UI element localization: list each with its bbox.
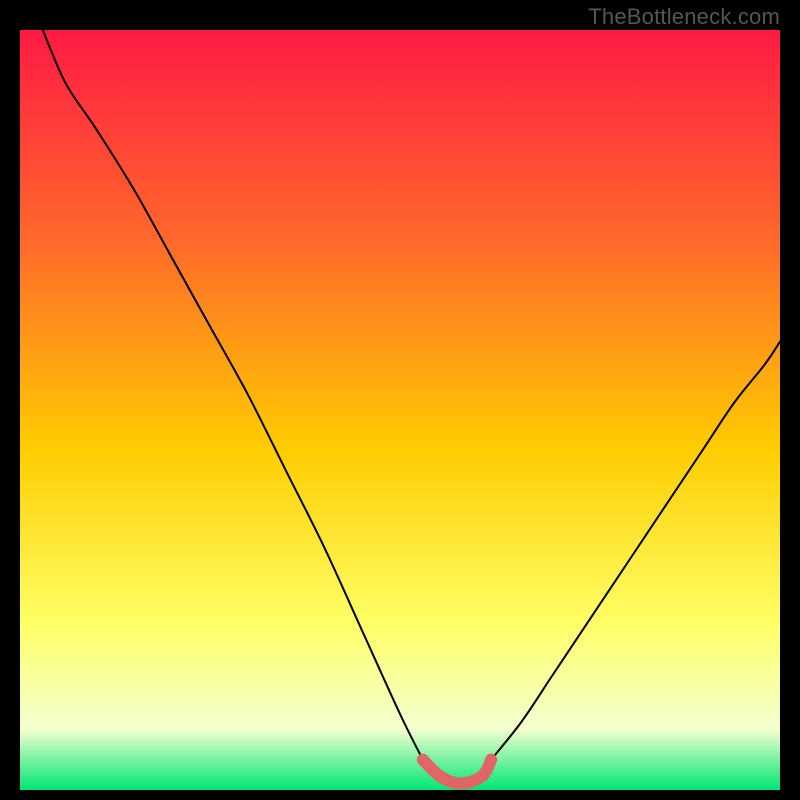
chart-svg xyxy=(20,30,780,790)
chart-frame: TheBottleneck.com xyxy=(0,0,800,800)
watermark-text: TheBottleneck.com xyxy=(588,4,780,30)
plot-area xyxy=(20,30,780,790)
gradient-background xyxy=(20,30,780,790)
